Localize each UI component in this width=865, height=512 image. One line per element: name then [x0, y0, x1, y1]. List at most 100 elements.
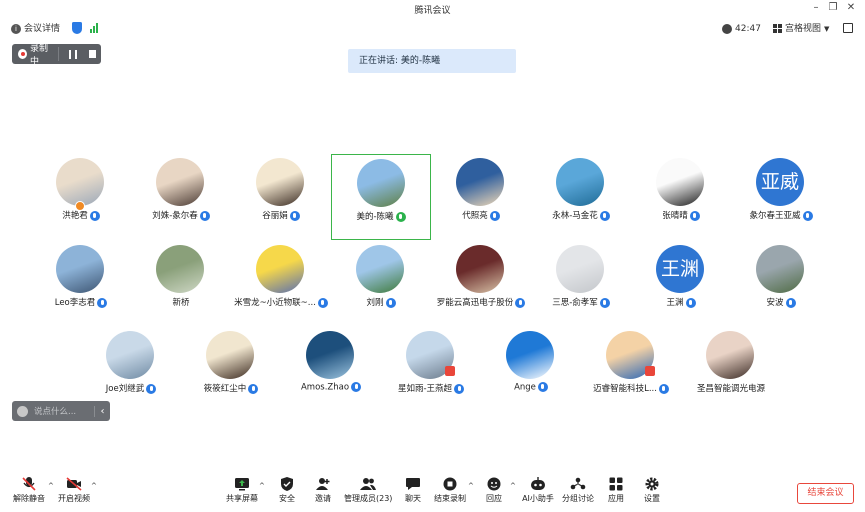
video-options-chevron-icon[interactable]: ^	[91, 482, 97, 490]
fullscreen-icon[interactable]	[843, 23, 853, 33]
share-screen-button[interactable]: 共享屏幕	[220, 476, 264, 508]
participant-name-text: Leo李志君	[54, 298, 96, 308]
settings-button[interactable]: 设置	[630, 476, 674, 508]
recording-control: 录制中	[12, 44, 101, 67]
participant-name: 刘姝-彖尔春	[131, 209, 231, 221]
participant-name-text: 刘刚	[366, 298, 384, 308]
chat-input-bar[interactable]: 说点什么... ‹	[12, 401, 110, 421]
participant-name-text: 彖尔春王亚威	[749, 211, 801, 221]
participant-tile[interactable]: 星如雨-王燕超	[381, 327, 481, 413]
participant-name: 刘刚	[331, 296, 431, 308]
participant-tile[interactable]: 圣昌智能调光电源	[681, 327, 781, 413]
participant-name: 代照亮	[431, 209, 531, 221]
minimize-icon[interactable]: –	[808, 1, 824, 15]
collapse-chat-icon[interactable]: ‹	[94, 405, 110, 417]
participant-tile[interactable]: 美的-陈曦	[331, 154, 431, 240]
participant-tile[interactable]: 洪艳君	[31, 154, 131, 240]
close-icon[interactable]: ✕	[843, 1, 859, 15]
security-shield-icon[interactable]	[72, 22, 82, 34]
participant-tile[interactable]: 亚威彖尔春王亚威	[731, 154, 831, 240]
clock-icon	[722, 23, 732, 34]
react-options-chevron-icon[interactable]: ^	[510, 482, 516, 490]
timer-text: 42:47	[735, 24, 761, 34]
invite-button[interactable]: 邀请	[301, 476, 345, 508]
mic-speaking-icon	[395, 211, 406, 222]
manage-members-button[interactable]: 管理成员(23)	[344, 476, 392, 508]
chat-input[interactable]: 说点什么...	[34, 405, 94, 417]
share-options-chevron-icon[interactable]: ^	[259, 482, 265, 490]
mic-icon	[317, 297, 328, 308]
participant-name-text: 张晴晴	[662, 211, 688, 221]
participant-tile[interactable]: 王渊 王渊	[631, 241, 731, 327]
participant-tile[interactable]: 张晴晴	[631, 154, 731, 240]
participant-name-text: 罗能云高迅电子股份	[436, 298, 514, 308]
avatar	[56, 158, 104, 206]
participant-name-text: 圣昌智能调光电源	[696, 384, 765, 394]
mic-icon	[351, 382, 362, 392]
participant-name: 米雪龙~小近物联~...	[231, 296, 331, 308]
record-stop-icon	[442, 476, 458, 491]
participant-name-text: 谷丽娟	[262, 211, 288, 221]
members-icon	[360, 476, 376, 490]
chevron-down-icon: ▼	[824, 25, 830, 33]
meeting-timer: 42:47	[722, 22, 761, 36]
react-label: 回应	[486, 494, 502, 503]
breakout-icon	[570, 476, 586, 490]
window-title: 腾讯会议	[414, 6, 451, 16]
pause-recording-button[interactable]	[69, 49, 77, 59]
invite-label: 邀请	[315, 494, 331, 503]
participant-name-text: 代照亮	[462, 211, 488, 221]
view-mode-dropdown[interactable]: 宫格视图 ▼	[773, 22, 829, 36]
avatar	[256, 245, 304, 293]
participant-tile[interactable]: 代照亮	[431, 154, 531, 240]
participant-name: Leo李志君	[31, 296, 131, 308]
participant-name: 筱筱红尘中	[181, 382, 281, 394]
participant-name: 圣昌智能调光电源	[681, 382, 781, 394]
mic-icon	[89, 210, 100, 221]
stop-recording-label: 结束录制	[434, 494, 466, 503]
reaction-icon	[486, 476, 502, 491]
participant-tile[interactable]: 罗能云高迅电子股份	[431, 241, 531, 327]
stop-recording-button[interactable]	[88, 50, 97, 58]
participant-tile[interactable]: 迈睿智能科技L...	[581, 327, 681, 413]
participant-tile[interactable]: 刘姝-彖尔春	[131, 154, 231, 240]
participant-name-text: 洪艳君	[62, 211, 88, 221]
mic-icon	[658, 383, 669, 394]
participant-tile[interactable]: 谷丽娟	[231, 154, 331, 240]
participant-name-text: 美的-陈曦	[356, 212, 394, 222]
meeting-details-button[interactable]: i 会议详情	[11, 22, 60, 36]
stop-recording-toolbar-button[interactable]: 结束录制	[428, 476, 472, 508]
apps-grid-icon	[608, 476, 624, 491]
participant-name: 新桥	[131, 296, 231, 308]
participant-name-text: Joe刘继武	[105, 384, 145, 394]
restore-icon[interactable]: ❐	[825, 1, 841, 15]
screen-share-badge-icon	[645, 366, 655, 376]
unmute-button[interactable]: 解除静音	[7, 476, 51, 508]
participant-tile[interactable]: Leo李志君	[31, 241, 131, 327]
participant-tile[interactable]: 筱筱红尘中	[181, 327, 281, 413]
info-icon: i	[11, 23, 21, 34]
participant-tile[interactable]: Ange	[481, 327, 581, 413]
ai-assistant-button[interactable]: AI小助手	[516, 476, 560, 508]
participant-name: 安波	[731, 296, 831, 308]
mic-icon	[802, 210, 813, 221]
participant-tile[interactable]: 安波	[731, 241, 831, 327]
start-video-button[interactable]: 开启视频	[52, 476, 96, 508]
avatar	[357, 159, 405, 207]
react-button[interactable]: 回应	[472, 476, 516, 508]
recording-label: 录制中	[30, 44, 49, 67]
end-meeting-button[interactable]: 结束会议	[797, 483, 854, 504]
participant-tile[interactable]: Amos.Zhao	[281, 327, 381, 413]
emoji-icon[interactable]	[17, 405, 28, 417]
participant-tile[interactable]: 刘刚	[331, 241, 431, 327]
participant-tile[interactable]: 永林-马金花	[531, 154, 631, 240]
avatar	[656, 158, 704, 206]
participant-tile[interactable]: 米雪龙~小近物联~...	[231, 241, 331, 327]
avatar	[556, 245, 604, 293]
participant-tile[interactable]: 新桥	[131, 241, 231, 327]
network-signal-icon[interactable]	[90, 23, 98, 33]
avatar: 亚威	[756, 158, 804, 206]
mic-icon	[199, 210, 210, 221]
participant-tile[interactable]: 三思-俞孝军	[531, 241, 631, 327]
gear-icon	[644, 476, 660, 491]
